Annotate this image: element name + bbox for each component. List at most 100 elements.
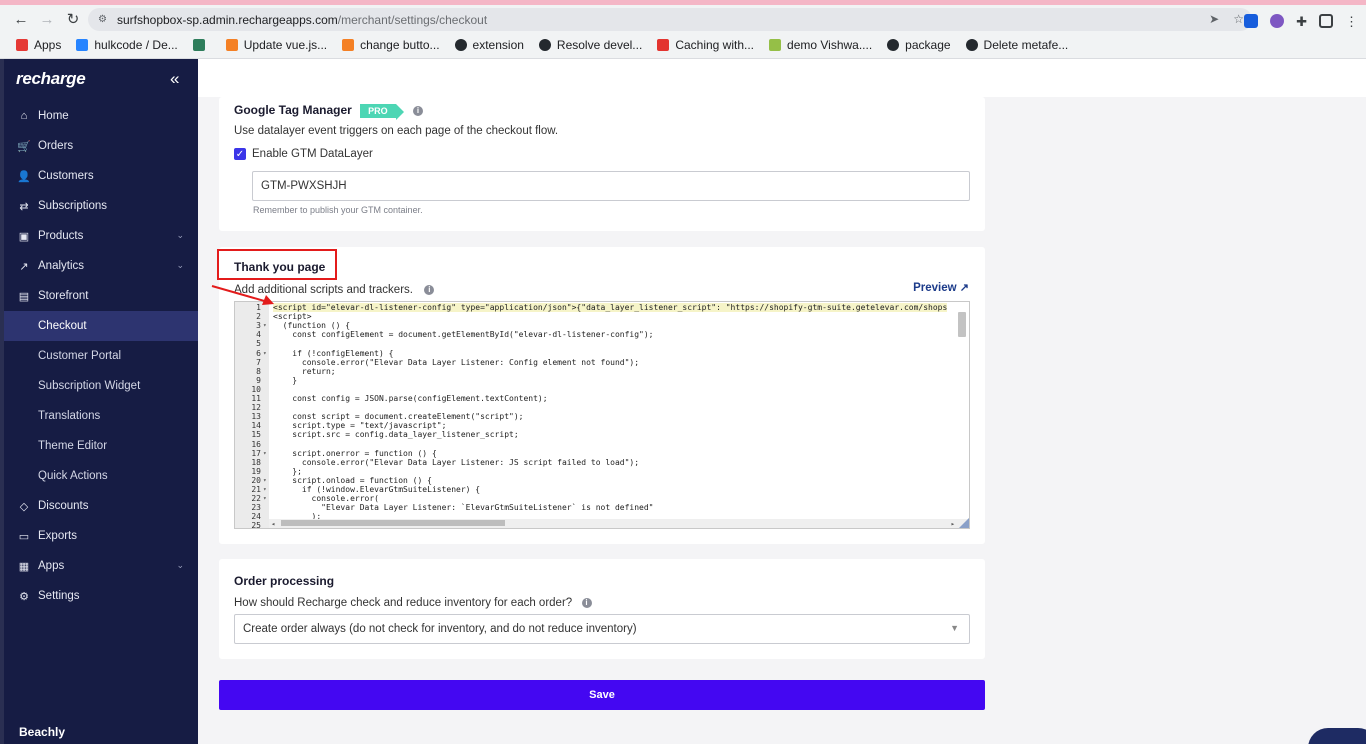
gtm-helper-text: Remember to publish your GTM container.: [253, 205, 423, 215]
sidebar-subitem-subscription-widget[interactable]: Subscription Widget: [4, 371, 198, 401]
bookmark-label: Caching with...: [675, 38, 755, 52]
bookmark-item[interactable]: Caching with...: [657, 38, 754, 52]
sidebar-item-apps[interactable]: ▦ Apps ⌄: [4, 551, 198, 581]
sidebar-item-storefront[interactable]: ▤ Storefront: [4, 281, 198, 311]
code-line: console.error(: [273, 494, 379, 504]
sidebar-item-subscriptions[interactable]: ⇄ Subscriptions: [4, 191, 198, 221]
bitwarden-extension-icon[interactable]: [1244, 14, 1259, 28]
sidebar-item-label: Settings: [38, 590, 80, 602]
side-panel-icon[interactable]: [1319, 14, 1333, 28]
inventory-select[interactable]: Create order always (do not check for in…: [234, 614, 970, 644]
bookmark-item[interactable]: Resolve devel...: [538, 38, 642, 52]
chevron-down-icon: ⌄: [176, 260, 184, 270]
bookmark-item[interactable]: Update vue.js...: [225, 38, 327, 52]
user-icon: 👤: [17, 170, 31, 183]
apps-icon: ▦: [18, 560, 30, 573]
sidebar-item-settings[interactable]: ⚙ Settings: [4, 581, 198, 611]
sidebar-subitem-checkout[interactable]: Checkout: [4, 311, 198, 341]
save-button[interactable]: Save: [219, 680, 985, 710]
bookmark-item[interactable]: hulkcode / De...: [76, 38, 178, 52]
fold-toggle-icon[interactable]: ▾: [263, 449, 267, 458]
info-icon[interactable]: i: [413, 105, 423, 116]
gtm-container-input[interactable]: GTM-PWXSHJH: [252, 171, 970, 201]
bookmark-star-icon[interactable]: ☆: [1233, 12, 1244, 26]
sidebar-subitem-theme-editor[interactable]: Theme Editor: [4, 431, 198, 461]
chevron-down-icon: ⌄: [176, 560, 184, 570]
editor-vertical-scrollbar[interactable]: [958, 312, 966, 337]
sidebar-subitem-customer-portal[interactable]: Customer Portal: [4, 341, 198, 371]
scroll-left-icon[interactable]: ◂: [271, 520, 275, 528]
bookmark-item[interactable]: change butto...: [342, 38, 440, 52]
code-line: script.type = "text/javascript";: [273, 421, 447, 431]
collapse-sidebar-icon[interactable]: «: [170, 69, 179, 89]
bitbucket-icon: [76, 39, 89, 51]
sidebar-nav: ⌂ Home 🛒 Orders 👤 Customers ⇄ Subscriptions ▣ Pro…: [4, 101, 198, 611]
sidebar-item-orders[interactable]: 🛒 Orders: [4, 131, 198, 161]
enable-gtm-checkbox[interactable]: ✓: [234, 148, 246, 160]
code-line: script.src = config.data_layer_listener_…: [273, 430, 519, 440]
info-icon[interactable]: i: [424, 284, 435, 295]
fold-toggle-icon[interactable]: ▾: [263, 494, 267, 503]
code-editor[interactable]: 1 2 3 ▾ 4 5 6 ▾ 7 8 9 10 11 12 13 14 15 16 17 ▾ 18 19 20 ▾ 21 ▾ 22…: [234, 301, 970, 529]
code-line: const config = JSON.parse(configElement.…: [273, 394, 548, 403]
bookmark-item[interactable]: [192, 39, 211, 51]
forward-arrow-icon[interactable]: →: [36, 8, 58, 30]
browser-menu-icon[interactable]: ⋮: [1345, 14, 1358, 30]
sidebar-subitem-translations[interactable]: Translations: [4, 401, 198, 431]
sidebar-item-products[interactable]: ▣ Products ⌄: [4, 221, 198, 251]
line-number: 6: [256, 348, 261, 358]
line-number: 22: [251, 494, 261, 504]
code-line: };: [273, 466, 302, 476]
shopify-icon: [769, 39, 782, 51]
fold-toggle-icon[interactable]: ▾: [263, 476, 267, 485]
line-number: 17: [251, 448, 261, 458]
line-number: 4: [256, 330, 261, 340]
sidebar-item-exports[interactable]: ▭ Exports: [4, 521, 198, 551]
extension-purple-icon[interactable]: [1270, 14, 1285, 28]
fold-toggle-icon[interactable]: ▾: [263, 321, 267, 330]
sidebar-item-home[interactable]: ⌂ Home: [4, 101, 198, 131]
line-number: 11: [251, 394, 261, 403]
sidebar-item-label: Products: [38, 230, 84, 242]
site-info-icon[interactable]: ⚙: [98, 14, 107, 25]
chat-launcher-button[interactable]: [1308, 728, 1366, 744]
folder-icon: ▭: [18, 530, 30, 543]
browser-chrome: ← → ↻ ⚙ surfshopbox-sp.admin.rechargeapp…: [0, 0, 1366, 59]
sidebar-item-discounts[interactable]: ◇ Discounts: [4, 491, 198, 521]
fold-toggle-icon[interactable]: ▾: [263, 485, 267, 494]
line-number: 8: [256, 366, 261, 376]
store-name[interactable]: Beachly: [19, 725, 65, 739]
fold-toggle-icon[interactable]: ▾: [263, 349, 267, 358]
toolbar: ← → ↻ ⚙ surfshopbox-sp.admin.rechargeapp…: [0, 5, 1366, 33]
info-icon[interactable]: i: [581, 597, 592, 608]
sidebar-subitem-quick-actions[interactable]: Quick Actions: [4, 461, 198, 491]
address-bar[interactable]: ⚙ surfshopbox-sp.admin.rechargeapps.com/…: [88, 8, 1252, 31]
sidebar-item-customers[interactable]: 👤 Customers: [4, 161, 198, 191]
resize-handle-icon[interactable]: [959, 518, 969, 528]
preview-link[interactable]: Preview ↗: [913, 281, 969, 294]
bookmark-item[interactable]: Delete metafe...: [965, 38, 1068, 52]
chevron-down-icon: ▼: [950, 623, 959, 633]
order-processing-card: Order processing How should Recharge che…: [219, 559, 985, 659]
bookmark-label: package: [905, 38, 951, 52]
main-content: Google Tag Manager PRO i Use datalayer e…: [198, 59, 1366, 744]
chevron-down-icon: ⌄: [176, 230, 184, 240]
back-arrow-icon[interactable]: ←: [10, 8, 32, 30]
bookmark-item[interactable]: package: [887, 38, 951, 52]
editor-horizontal-scrollbar[interactable]: [281, 520, 505, 526]
page-header: [198, 59, 1366, 97]
bookmark-item[interactable]: demo Vishwa....: [769, 38, 872, 52]
line-number: 15: [251, 430, 261, 440]
send-tab-icon[interactable]: ➤: [1209, 12, 1219, 26]
puzzle-extensions-icon[interactable]: ✚: [1296, 14, 1307, 30]
bookmark-item[interactable]: Apps: [16, 38, 61, 52]
sidebar-item-analytics[interactable]: ↗ Analytics ⌄: [4, 251, 198, 281]
chart-line-icon: ↗: [19, 260, 29, 273]
scroll-right-icon[interactable]: ▸: [951, 520, 955, 528]
bookmark-item[interactable]: extension: [454, 38, 524, 52]
enable-gtm-label: Enable GTM DataLayer: [252, 148, 373, 160]
line-number: 25: [251, 521, 261, 529]
reload-icon[interactable]: ↻: [62, 8, 84, 30]
highlight-box: [217, 249, 337, 280]
line-number: 16: [251, 439, 261, 449]
